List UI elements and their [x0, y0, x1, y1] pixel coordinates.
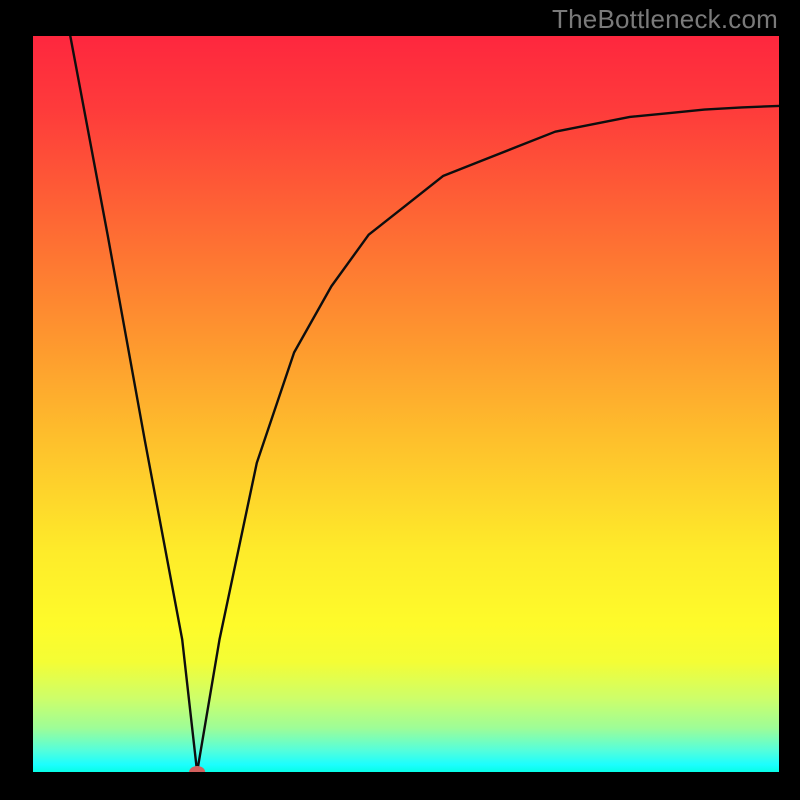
plot-area	[33, 36, 779, 772]
gradient-background	[33, 36, 779, 772]
chart-container: TheBottleneck.com	[0, 0, 800, 800]
watermark-text: TheBottleneck.com	[552, 4, 778, 35]
